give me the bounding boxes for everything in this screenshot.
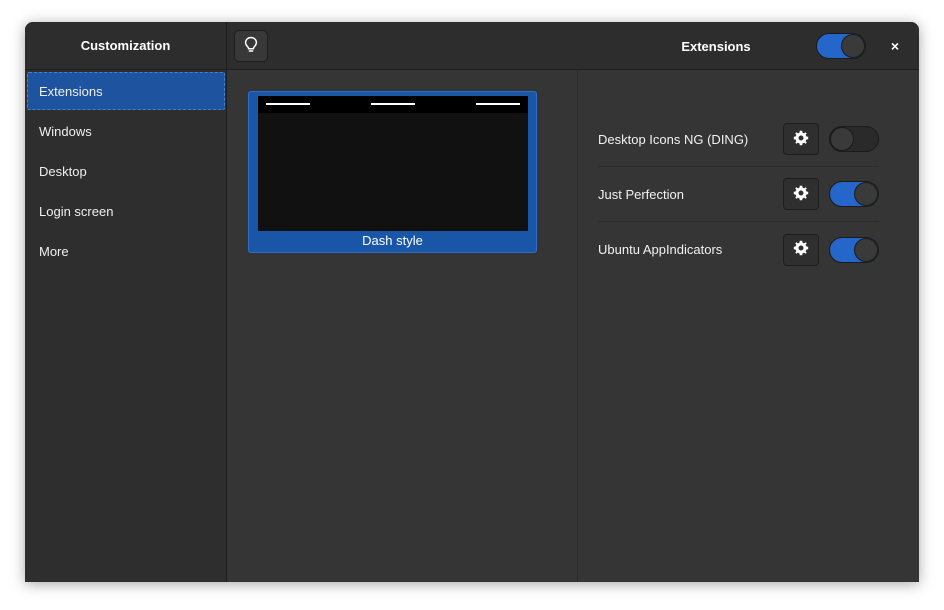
sidebar-item-windows[interactable]: Windows (27, 112, 225, 150)
sidebar-item-label: Windows (39, 123, 92, 139)
close-icon: × (890, 38, 900, 54)
sidebar-item-more[interactable]: More (27, 232, 225, 270)
sidebar-item-label: More (39, 243, 69, 259)
extension-toggle[interactable] (829, 181, 879, 207)
gear-icon (793, 185, 809, 204)
tip-button[interactable] (234, 30, 268, 62)
preview-topbar-mark (476, 103, 520, 105)
extension-name: Desktop Icons NG (DING) (598, 131, 749, 147)
extension-settings-button[interactable] (783, 123, 819, 155)
sidebar-item-label: Extensions (39, 83, 103, 99)
sidebar-title: Customization (25, 22, 226, 70)
column-divider (577, 70, 578, 582)
switch-knob (830, 127, 854, 151)
preview-label: Dash style (362, 233, 423, 248)
extension-name: Just Perfection (598, 186, 684, 202)
header-bar: Extensions × (227, 22, 919, 70)
sidebar-item-desktop[interactable]: Desktop (27, 152, 225, 190)
sidebar-item-label: Login screen (39, 203, 114, 219)
extension-toggle[interactable] (829, 236, 879, 263)
close-button[interactable]: × (883, 34, 907, 58)
main-panel: Extensions × Dash style Desktop Icons NG… (227, 22, 919, 582)
switch-knob (854, 182, 878, 206)
preview-topbar (258, 96, 528, 113)
extension-toggle[interactable] (829, 126, 879, 152)
sidebar-item-login-screen[interactable]: Login screen (27, 192, 225, 230)
extension-row-just-perfection: Just Perfection (598, 167, 879, 222)
extension-row-appindicators: Ubuntu AppIndicators (598, 222, 879, 277)
app-window: Customization Extensions Windows Desktop… (25, 22, 919, 582)
sidebar: Customization Extensions Windows Desktop… (25, 22, 227, 582)
master-extensions-switch[interactable] (816, 33, 866, 59)
preview-screen (258, 96, 528, 231)
extension-row-ding: Desktop Icons NG (DING) (598, 112, 879, 167)
extension-settings-button[interactable] (783, 233, 819, 266)
gear-icon (793, 240, 809, 259)
extension-settings-button[interactable] (783, 178, 819, 210)
lightbulb-icon (244, 36, 258, 57)
sidebar-item-extensions[interactable]: Extensions (27, 72, 225, 110)
switch-knob (854, 237, 878, 262)
sidebar-list: Extensions Windows Desktop Login screen … (25, 70, 226, 270)
preview-topbar-mark (266, 103, 310, 105)
extensions-page: Dash style Desktop Icons NG (DING) Just … (227, 70, 919, 582)
extension-name: Ubuntu AppIndicators (598, 242, 723, 257)
switch-knob (841, 34, 865, 58)
gear-icon (793, 130, 809, 149)
sidebar-item-label: Desktop (39, 163, 87, 179)
dash-style-preview[interactable]: Dash style (248, 91, 537, 253)
preview-topbar-mark (371, 103, 415, 105)
